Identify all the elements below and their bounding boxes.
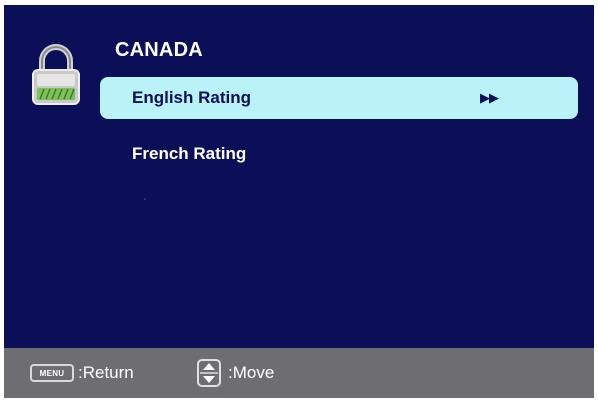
menu-item-english-rating[interactable]: English Rating ▶▶: [100, 77, 578, 119]
rating-menu: English Rating ▶▶ French Rating: [4, 5, 594, 348]
menu-item-label: French Rating: [132, 144, 247, 163]
osd-main-panel: CANADA English Rating ▶▶ French Rating: [4, 5, 594, 348]
menu-key-icon: MENU: [30, 364, 74, 382]
menu-item-label: English Rating: [132, 88, 251, 107]
footer-bar: MENU :Return :Move: [4, 348, 594, 398]
move-hint: :Move: [228, 363, 275, 382]
osd-screen: CANADA English Rating ▶▶ French Rating M…: [4, 5, 594, 398]
submenu-arrow-icon: ▶▶: [480, 90, 499, 105]
menu-item-french-rating[interactable]: French Rating: [100, 133, 578, 175]
screen-speck: [144, 198, 146, 200]
return-hint: :Return: [78, 363, 134, 382]
up-down-arrows-icon: [197, 359, 221, 387]
